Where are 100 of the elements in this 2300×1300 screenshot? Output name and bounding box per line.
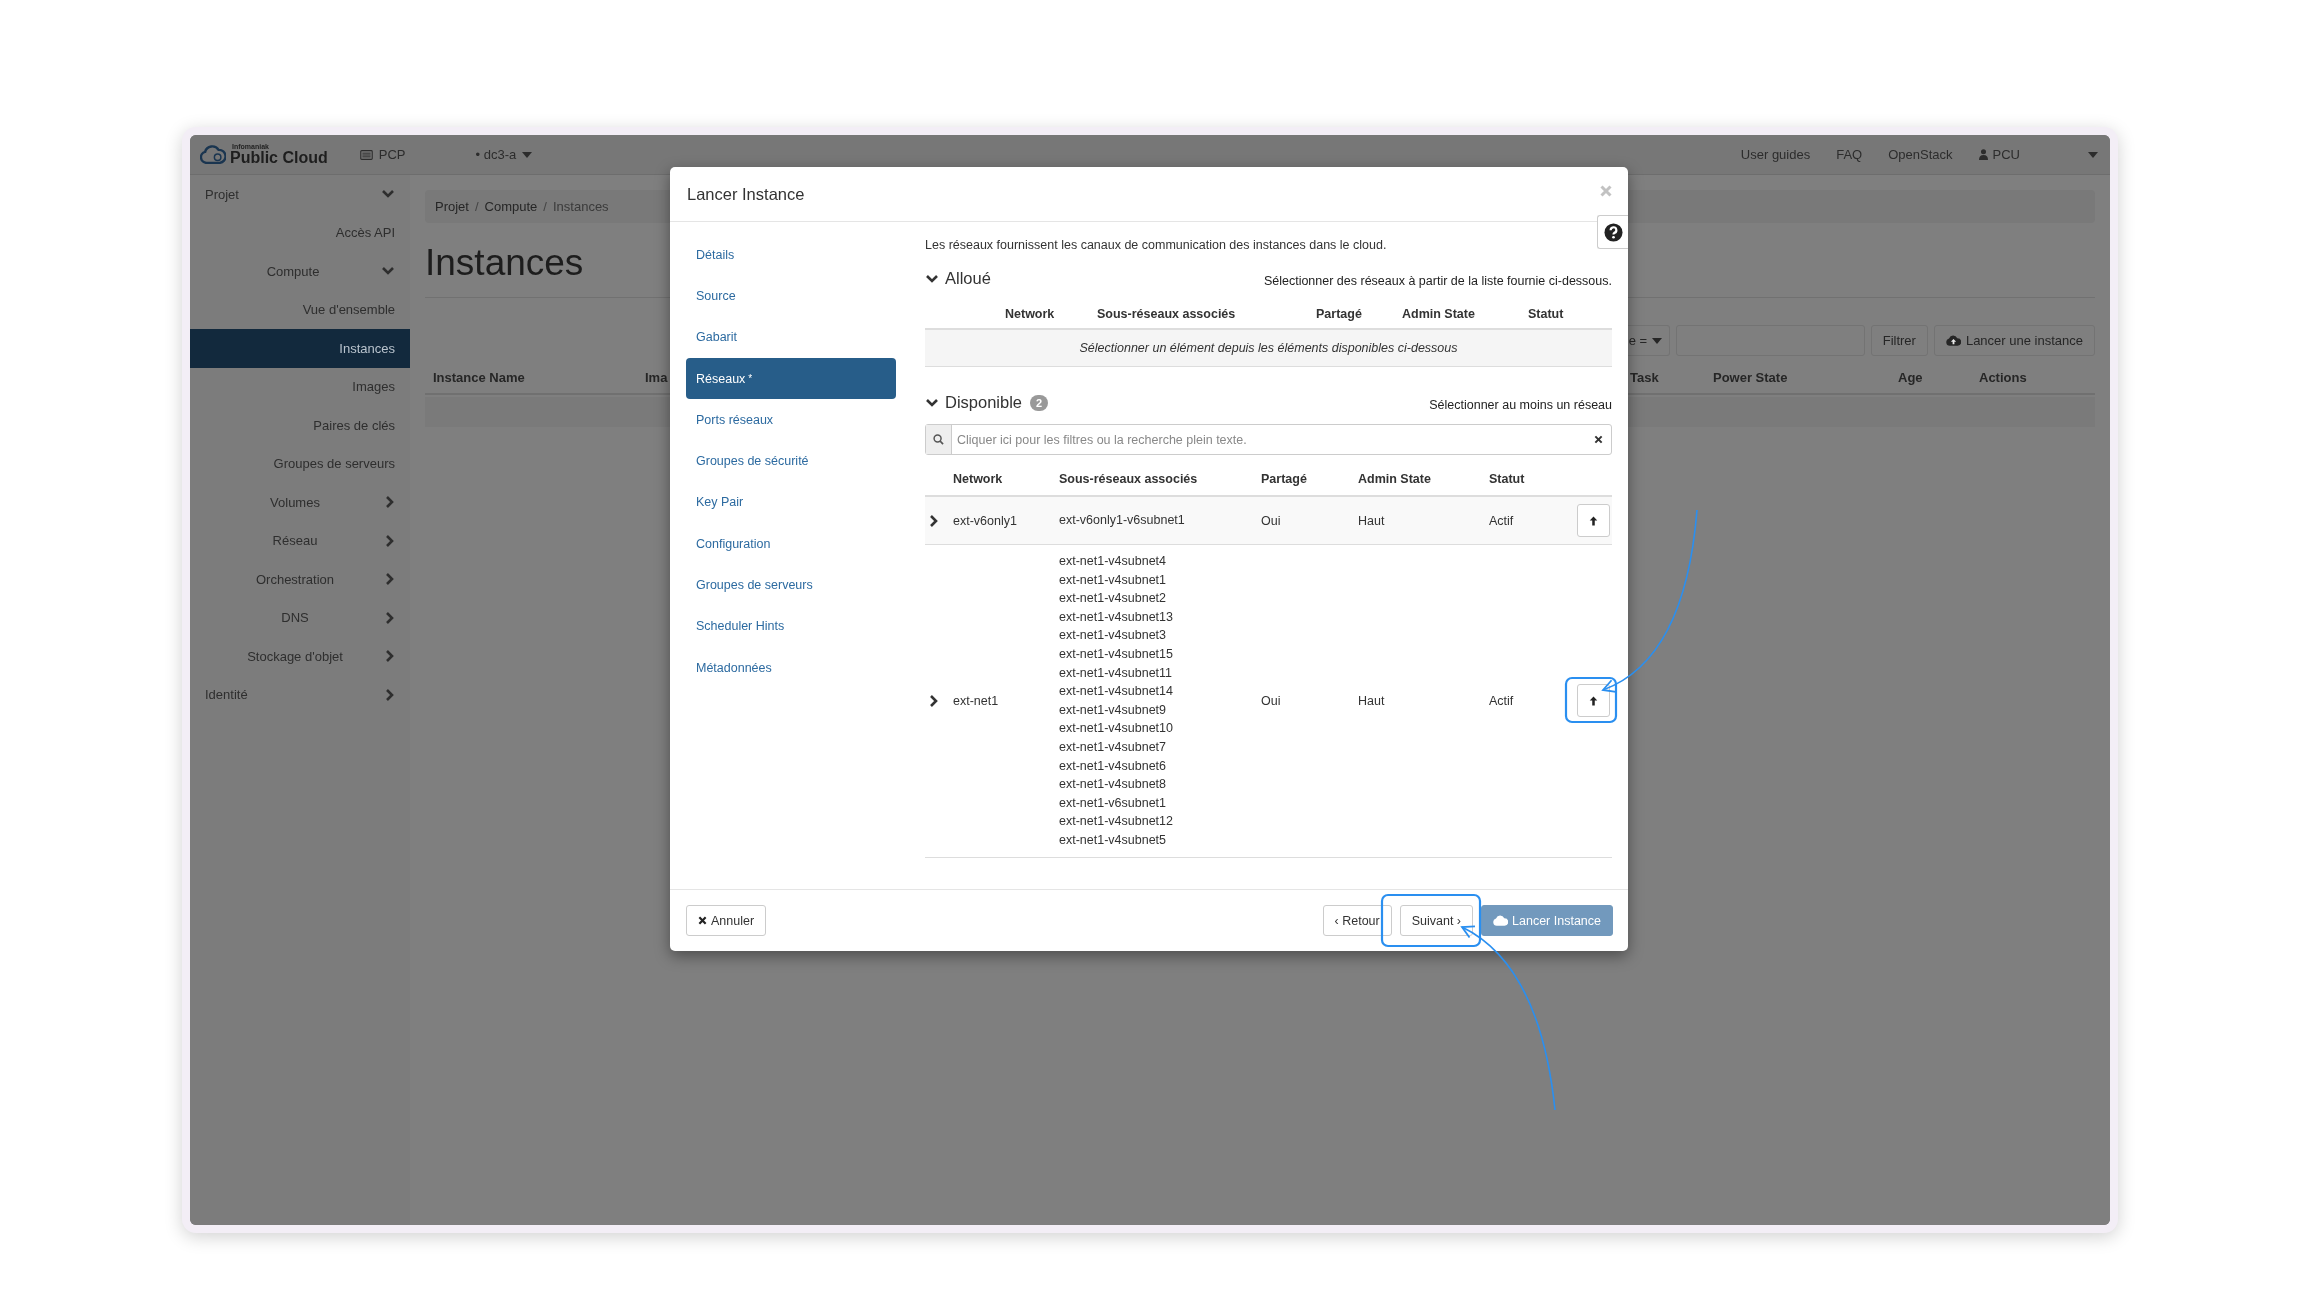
subnet-name: ext-v6only1-v6subnet1: [1059, 513, 1185, 528]
help-button[interactable]: [1597, 215, 1628, 249]
chevron-right-icon: [385, 649, 395, 664]
sidebar-item[interactable]: Paires de clés: [190, 406, 410, 445]
breadcrumb-item[interactable]: Compute: [484, 199, 538, 214]
chevron-right-icon: [385, 610, 395, 625]
section-toggle[interactable]: Alloué: [925, 269, 991, 288]
subnet-name: ext-net1-v4subnet14: [1059, 684, 1173, 699]
table-cell: Actif: [1489, 513, 1514, 528]
chevron-down-icon: [381, 189, 395, 200]
sidebar-group[interactable]: Compute: [190, 252, 410, 291]
chevron-right-icon[interactable]: [929, 513, 939, 528]
breadcrumb-separator: /: [474, 199, 479, 214]
search-field[interactable]: Cliquer ici pour les filtres ou la recherche plein texte.: [925, 424, 1612, 455]
column-header: Statut: [1528, 307, 1564, 321]
breadcrumb-item[interactable]: Projet: [435, 199, 469, 214]
sidebar-item[interactable]: Vue d'ensemble: [190, 290, 410, 329]
subnet-name: ext-net1-v6subnet1: [1059, 795, 1166, 810]
chevron-right-icon: [385, 495, 395, 510]
wizard-step[interactable]: Ports réseaux: [686, 399, 896, 441]
server-icon: [359, 149, 373, 160]
column-header: Network: [1005, 307, 1055, 321]
section-hint: Sélectionner au moins un réseau: [1429, 398, 1612, 412]
arrow-up-icon: [1589, 695, 1598, 706]
user-name[interactable]: PCU: [1992, 147, 2020, 162]
sidebar-group[interactable]: Réseau: [190, 521, 410, 560]
chevron-down-icon: [925, 397, 939, 408]
subnet-name: ext-net1-v4subnet2: [1059, 591, 1166, 606]
sidebar-group[interactable]: Projet: [190, 175, 410, 214]
chevron-right-icon: [385, 572, 395, 587]
allocate-button[interactable]: [1577, 684, 1610, 718]
sidebar-group[interactable]: Stockage d'objet: [190, 637, 410, 676]
subnet-name: ext-net1-v4subnet11: [1059, 665, 1173, 680]
table-cell: Haut: [1358, 693, 1385, 708]
chevron-right-icon: [385, 687, 395, 702]
search-input[interactable]: Cliquer ici pour les filtres ou la recherche plein texte.: [952, 432, 1594, 447]
subnet-name: ext-net1-v4subnet9: [1059, 702, 1166, 717]
subnet-name: ext-net1-v4subnet1: [1059, 572, 1166, 587]
column-header: Network: [953, 472, 1003, 486]
wizard-step[interactable]: Groupes de serveurs: [686, 564, 896, 606]
breadcrumb-item: Instances: [552, 199, 609, 214]
launch-instance-button[interactable]: Lancer une instance: [1933, 325, 2095, 356]
caret-icon: [2088, 151, 2098, 158]
column-header: Admin State: [1402, 307, 1475, 321]
column-header: Instance Name: [433, 370, 525, 385]
table-cell: Oui: [1261, 513, 1281, 528]
wizard-step[interactable]: Métadonnées: [686, 646, 896, 689]
sidebar-group[interactable]: Volumes: [190, 483, 410, 522]
next-button[interactable]: Suivant ›: [1399, 905, 1474, 936]
column-header: Admin State: [1358, 472, 1431, 486]
region-selector[interactable]: • dc3-a: [475, 147, 517, 162]
chevron-right-icon: [385, 533, 395, 548]
wizard-step[interactable]: Key Pair: [686, 481, 896, 524]
sidebar-item[interactable]: Groupes de serveurs: [190, 444, 410, 483]
subnet-name: ext-net1-v4subnet8: [1059, 777, 1166, 792]
caret-icon: [522, 151, 533, 158]
brand-name[interactable]: Public Cloud: [230, 150, 328, 166]
cloud-logo-icon: [200, 145, 226, 164]
column-header: Sous-réseaux associés: [1059, 472, 1198, 486]
subnet-name: ext-net1-v4subnet13: [1059, 609, 1173, 624]
sidebar-item[interactable]: Accès API: [190, 213, 410, 252]
subnet-name: ext-net1-v4subnet10: [1059, 721, 1173, 736]
nav-link[interactable]: OpenStack: [1888, 147, 1953, 162]
sidebar-item[interactable]: Images: [190, 367, 410, 406]
section-hint: Sélectionner des réseaux à partir de la liste fournie ci-dessous.: [1263, 274, 1612, 288]
cloud-upload-icon: [1493, 915, 1509, 926]
subnet-name: ext-net1-v4subnet5: [1059, 832, 1166, 847]
back-button[interactable]: ‹ Retour: [1322, 905, 1392, 936]
wizard-step[interactable]: Gabarit: [686, 316, 896, 358]
wizard-step[interactable]: Groupes de sécurité: [686, 440, 896, 482]
close-icon: [698, 916, 707, 925]
project-name[interactable]: PCP: [378, 147, 406, 162]
subnet-name: ext-net1-v4subnet3: [1059, 628, 1166, 643]
wizard-step[interactable]: Configuration: [686, 523, 896, 565]
chevron-down-icon: [381, 266, 395, 277]
sidebar-group[interactable]: DNS: [190, 598, 410, 637]
chevron-right-icon[interactable]: [929, 693, 939, 708]
chevron-down-icon: [925, 273, 939, 284]
sidebar-group[interactable]: Orchestration: [190, 560, 410, 599]
allocate-button[interactable]: [1577, 504, 1610, 537]
subnet-name: ext-net1-v4subnet12: [1059, 814, 1173, 829]
subnet-name: ext-net1-v4subnet6: [1059, 758, 1166, 773]
table-cell: Haut: [1358, 513, 1385, 528]
clear-icon[interactable]: [1594, 435, 1603, 444]
filter-button[interactable]: Filtrer: [1870, 325, 1928, 356]
wizard-step[interactable]: Scheduler Hints: [686, 605, 896, 647]
subnet-name: ext-net1-v4subnet7: [1059, 739, 1166, 754]
search-icon: [933, 434, 944, 445]
nav-link[interactable]: FAQ: [1836, 147, 1863, 162]
help-icon: [1603, 222, 1623, 242]
sidebar-item[interactable]: Instances: [190, 329, 410, 368]
breadcrumb-separator: /: [543, 199, 547, 214]
sidebar-group[interactable]: Identité: [190, 675, 410, 714]
table-cell: Oui: [1261, 693, 1281, 708]
column-header: Ima: [645, 370, 668, 385]
cancel-button[interactable]: Annuler: [686, 905, 767, 936]
section-toggle[interactable]: Disponible 2: [925, 393, 1049, 412]
nav-link[interactable]: User guides: [1740, 147, 1811, 162]
column-header: Partagé: [1261, 472, 1307, 486]
count-badge: 2: [1030, 394, 1049, 411]
